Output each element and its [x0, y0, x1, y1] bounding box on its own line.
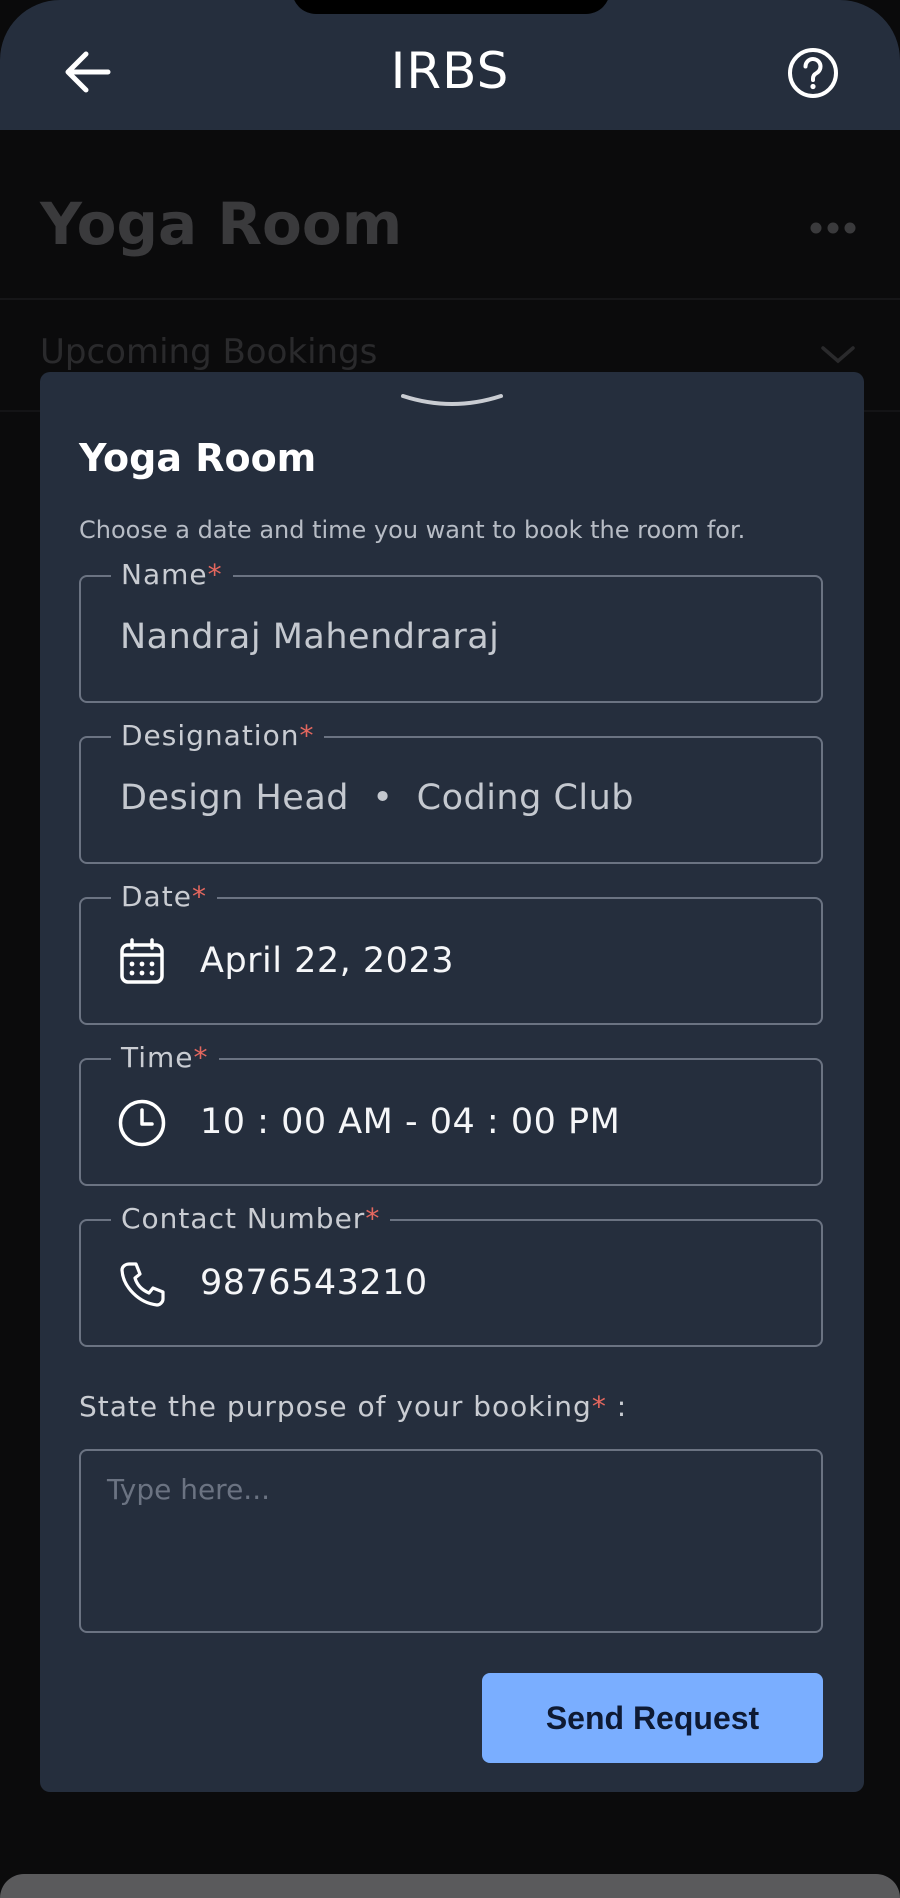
send-request-button[interactable]: Send Request: [482, 1673, 823, 1763]
time-field-label: Time*: [111, 1040, 219, 1076]
date-field-label: Date*: [111, 879, 217, 915]
sheet-title: Yoga Room: [79, 436, 317, 480]
required-asterisk: *: [299, 719, 315, 752]
name-field[interactable]: Name* Nandraj Mahendraraj: [79, 557, 823, 703]
time-field[interactable]: Time* 10 : 00 AM - 04 : 00 PM: [79, 1040, 823, 1186]
calendar-icon[interactable]: [117, 937, 167, 987]
sheet-subtitle: Choose a date and time you want to book …: [79, 516, 746, 544]
required-asterisk: *: [365, 1202, 381, 1235]
sheet-handle-chevron-icon[interactable]: [400, 390, 504, 414]
time-field-value: 10 : 00 AM - 04 : 00 PM: [200, 1102, 621, 1142]
phone-frame: IRBS Yoga Room Upcoming Bookings Yoga Ro…: [0, 0, 900, 1898]
date-field[interactable]: Date* April 22, 2023: [79, 879, 823, 1025]
booking-bottom-sheet: Yoga Room Choose a date and time you wan…: [40, 372, 864, 1792]
upcoming-bookings-header[interactable]: Upcoming Bookings: [40, 332, 377, 372]
date-field-value: April 22, 2023: [200, 941, 454, 981]
clock-icon[interactable]: [117, 1098, 167, 1148]
required-asterisk: *: [207, 558, 223, 591]
question-circle-icon[interactable]: [786, 46, 840, 100]
chevron-down-icon[interactable]: [820, 345, 856, 365]
name-field-value: Nandraj Mahendraraj: [120, 617, 500, 657]
camera-notch: [292, 0, 610, 14]
purpose-label: State the purpose of your booking* :: [79, 1390, 628, 1423]
home-indicator-bar: [0, 1874, 900, 1898]
phone-icon[interactable]: [117, 1259, 167, 1309]
required-asterisk: *: [191, 880, 207, 913]
purpose-textarea[interactable]: [79, 1449, 823, 1633]
designation-field[interactable]: Designation* Design Head • Coding Club: [79, 718, 823, 864]
required-asterisk: *: [193, 1041, 209, 1074]
more-horizontal-icon[interactable]: [808, 220, 858, 236]
app-bar: IRBS: [0, 0, 900, 130]
contact-number-field[interactable]: Contact Number* 9876543210: [79, 1201, 823, 1347]
contact-number-field-value: 9876543210: [200, 1263, 428, 1303]
name-field-label: Name*: [111, 557, 233, 593]
contact-number-field-label: Contact Number*: [111, 1201, 391, 1237]
app-title: IRBS: [390, 42, 510, 100]
required-asterisk: *: [591, 1390, 607, 1423]
room-title: Yoga Room: [40, 190, 403, 258]
divider: [0, 298, 900, 300]
designation-field-value: Design Head • Coding Club: [120, 778, 635, 818]
designation-field-label: Designation*: [111, 718, 325, 754]
